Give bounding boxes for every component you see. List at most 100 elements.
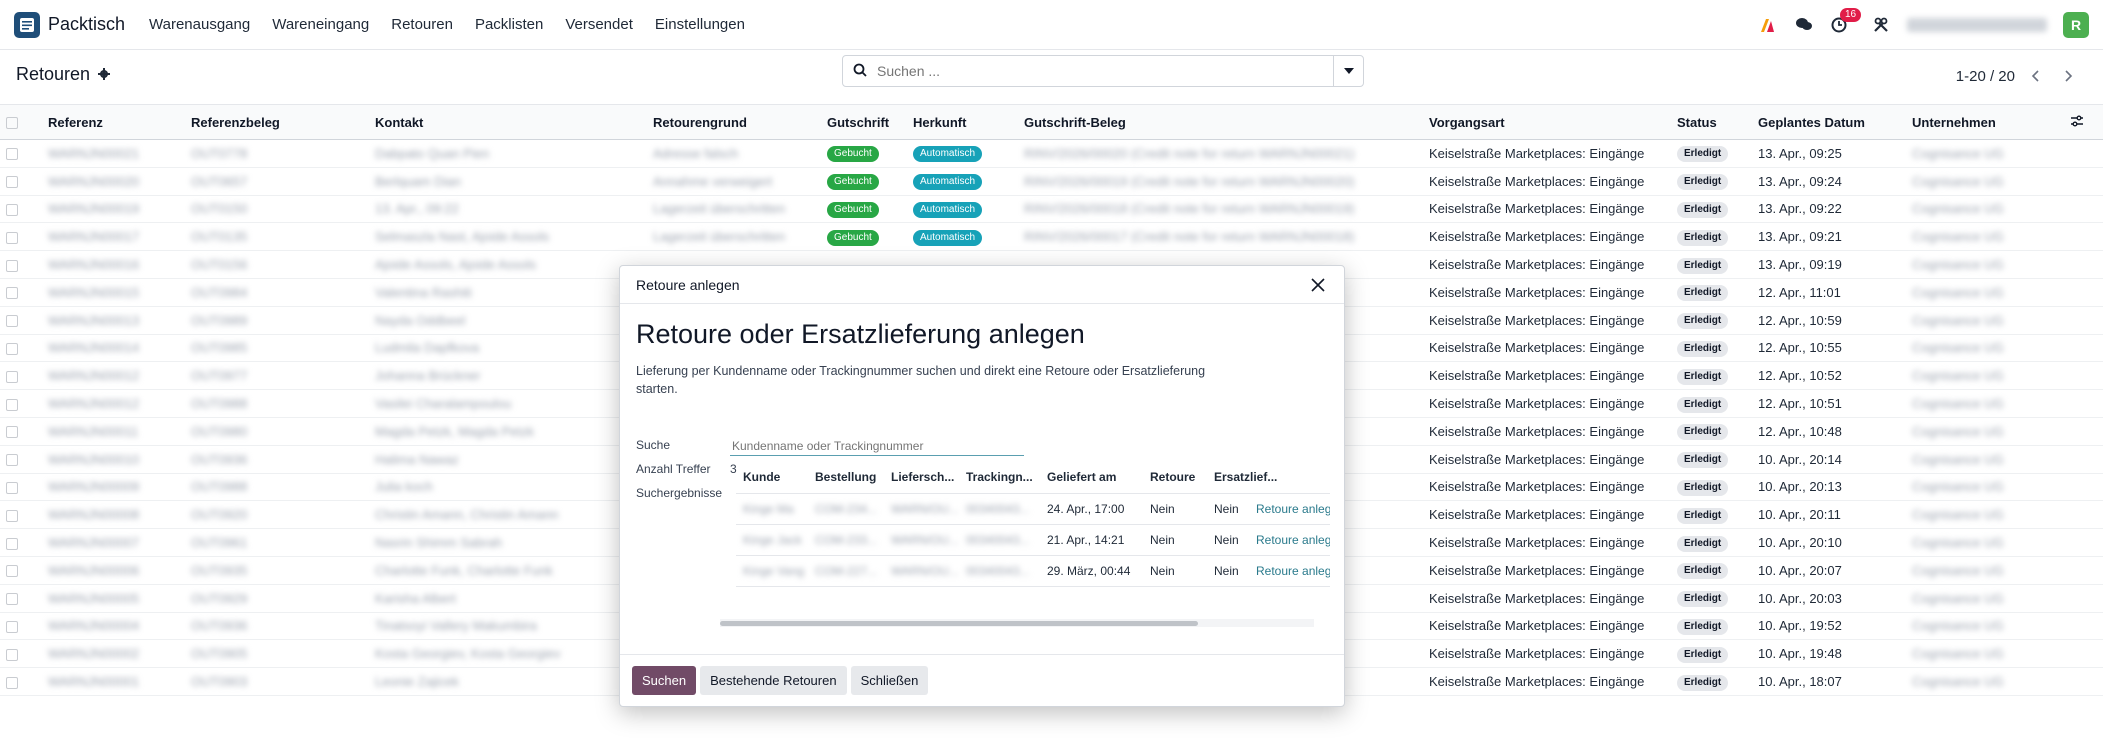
pager-value[interactable]: 1-20 / 20: [1956, 68, 2015, 85]
select-all-checkbox[interactable]: [6, 117, 18, 130]
row-checkbox[interactable]: [6, 343, 18, 356]
row-checkbox-cell[interactable]: [0, 389, 42, 418]
search-input[interactable]: [875, 62, 1333, 80]
row-checkbox[interactable]: [6, 509, 18, 522]
row-checkbox[interactable]: [6, 537, 18, 550]
row-checkbox-cell[interactable]: [0, 195, 42, 224]
refdoc-text: OUT0985: [191, 340, 248, 356]
col-geplantes-datum[interactable]: Geplantes Datum: [1752, 104, 1906, 140]
row-checkbox[interactable]: [6, 148, 18, 161]
row-checkbox[interactable]: [6, 370, 18, 383]
row-checkbox-cell[interactable]: [0, 445, 42, 474]
create-return-link[interactable]: Retoure anlegen: [1249, 555, 1330, 587]
results-col-geliefert-am[interactable]: Geliefert am: [1040, 461, 1143, 494]
row-checkbox-cell[interactable]: [0, 667, 42, 696]
row-checkbox-cell[interactable]: [0, 612, 42, 641]
table-row[interactable]: WARNJN00021 OUT0778 Dabpato Quan Pien Adres…: [0, 139, 2103, 168]
row-checkbox[interactable]: [6, 204, 18, 217]
create-return-link[interactable]: Retoure anlegen: [1249, 493, 1330, 525]
results-col-kunde[interactable]: Kunde: [736, 461, 808, 494]
menu-warenausgang[interactable]: Warenausgang: [149, 16, 250, 33]
scrollbar-thumb[interactable]: [720, 621, 1198, 626]
row-checkbox[interactable]: [6, 231, 18, 244]
date-text: 13. Apr., 09:25: [1758, 145, 1842, 161]
col-status[interactable]: Status: [1671, 104, 1752, 140]
pager-previous-button[interactable]: [2021, 62, 2049, 90]
app-menu-icon[interactable]: [14, 11, 40, 38]
col-gutschrift-beleg[interactable]: Gutschrift-Beleg: [1018, 104, 1423, 140]
col-vorgangsart[interactable]: Vorgangsart: [1423, 104, 1671, 140]
table-row[interactable]: WARNJN00017 OUT0135 Selmaszla Nast, Ajoide…: [0, 222, 2103, 252]
results-col-lieferschein[interactable]: Liefersch...: [884, 461, 959, 494]
table-row[interactable]: WARNJN00019 OUT0150 13. Apr., 09:22 Lagerze…: [0, 195, 2103, 224]
col-kontakt[interactable]: Kontakt: [369, 104, 647, 140]
row-checkbox-cell[interactable]: [0, 473, 42, 502]
row-checkbox[interactable]: [6, 676, 18, 689]
row-checkbox-cell[interactable]: [0, 556, 42, 585]
search-options-toggle[interactable]: [1333, 56, 1363, 86]
row-checkbox-cell[interactable]: [0, 639, 42, 669]
row-checkbox-cell[interactable]: [0, 139, 42, 168]
optional-columns-toggle[interactable]: [2064, 104, 2103, 140]
row-checkbox-cell[interactable]: [0, 500, 42, 530]
col-gutschrift[interactable]: Gutschrift: [821, 104, 907, 140]
row-checkbox-cell[interactable]: [0, 417, 42, 446]
row-checkbox[interactable]: [6, 648, 18, 661]
row-checkbox-cell[interactable]: [0, 250, 42, 279]
row-checkbox[interactable]: [6, 287, 18, 300]
col-referenzbeleg[interactable]: Referenzbeleg: [185, 104, 369, 140]
create-return-link[interactable]: Retoure anlegen: [1249, 524, 1330, 556]
col-referenz[interactable]: Referenz: [42, 104, 185, 140]
menu-wareneingang[interactable]: Wareneingang: [272, 16, 369, 33]
menu-einstellungen[interactable]: Einstellungen: [655, 16, 745, 33]
menu-packlisten[interactable]: Packlisten: [475, 16, 543, 33]
row-checkbox[interactable]: [6, 482, 18, 495]
row-checkbox-cell[interactable]: [0, 528, 42, 557]
chat-icon[interactable]: [1795, 17, 1813, 33]
row-checkbox-cell[interactable]: [0, 306, 42, 335]
table-row[interactable]: WARNJN00020 OUT0657 Berlquam Dian Annahme v…: [0, 167, 2103, 196]
results-col-trackingnummer[interactable]: Trackingn...: [959, 461, 1040, 494]
gear-icon[interactable]: [98, 64, 111, 85]
row-checkbox[interactable]: [6, 426, 18, 439]
company-switcher[interactable]: [1907, 18, 2047, 32]
row-checkbox[interactable]: [6, 398, 18, 411]
row-checkbox[interactable]: [6, 259, 18, 272]
row-checkbox-cell[interactable]: [0, 278, 42, 307]
row-checkbox-cell[interactable]: [0, 222, 42, 252]
customer-search-input[interactable]: [730, 436, 1024, 456]
existing-returns-button[interactable]: Bestehende Retouren: [700, 666, 847, 695]
row-checkbox[interactable]: [6, 565, 18, 578]
results-col-bestellung[interactable]: Bestellung: [808, 461, 884, 494]
row-checkbox-cell[interactable]: [0, 334, 42, 363]
activity-clock-icon[interactable]: 16: [1831, 8, 1862, 33]
row-checkbox[interactable]: [6, 315, 18, 328]
results-horizontal-scrollbar[interactable]: [720, 619, 1314, 627]
col-herkunft[interactable]: Herkunft: [907, 104, 1018, 140]
menu-retouren[interactable]: Retouren: [391, 16, 453, 33]
results-col-retoure[interactable]: Retoure: [1143, 461, 1207, 494]
search-button[interactable]: Suchen: [632, 666, 697, 695]
row-checkbox[interactable]: [6, 176, 18, 189]
row-checkbox-cell[interactable]: [0, 167, 42, 196]
col-retourengrund[interactable]: Retourengrund: [647, 104, 821, 140]
row-checkbox[interactable]: [6, 454, 18, 467]
col-unternehmen[interactable]: Unternehmen: [1906, 104, 2064, 140]
app-name[interactable]: Packtisch: [48, 14, 125, 35]
results-col-ersatzlieferung[interactable]: Ersatzlief...: [1207, 461, 1330, 494]
row-checkbox-cell[interactable]: [0, 361, 42, 391]
contact-text: 13. Apr., 09:22: [375, 201, 459, 217]
row-checkbox-cell[interactable]: [0, 584, 42, 613]
close-icon[interactable]: [1308, 275, 1328, 295]
select-all-checkbox-cell[interactable]: [0, 104, 42, 140]
pager-next-button[interactable]: [2055, 62, 2083, 90]
menu-versendet[interactable]: Versendet: [565, 16, 633, 33]
cell-date: 12. Apr., 10:48: [1752, 417, 1906, 446]
row-checkbox[interactable]: [6, 621, 18, 633]
tools-icon[interactable]: [1873, 17, 1889, 33]
close-button[interactable]: Schließen: [850, 666, 929, 695]
user-avatar[interactable]: R: [2063, 12, 2089, 38]
cell-status: Erledigt: [1671, 500, 1752, 530]
ai-icon[interactable]: [1759, 17, 1777, 33]
row-checkbox[interactable]: [6, 593, 18, 606]
